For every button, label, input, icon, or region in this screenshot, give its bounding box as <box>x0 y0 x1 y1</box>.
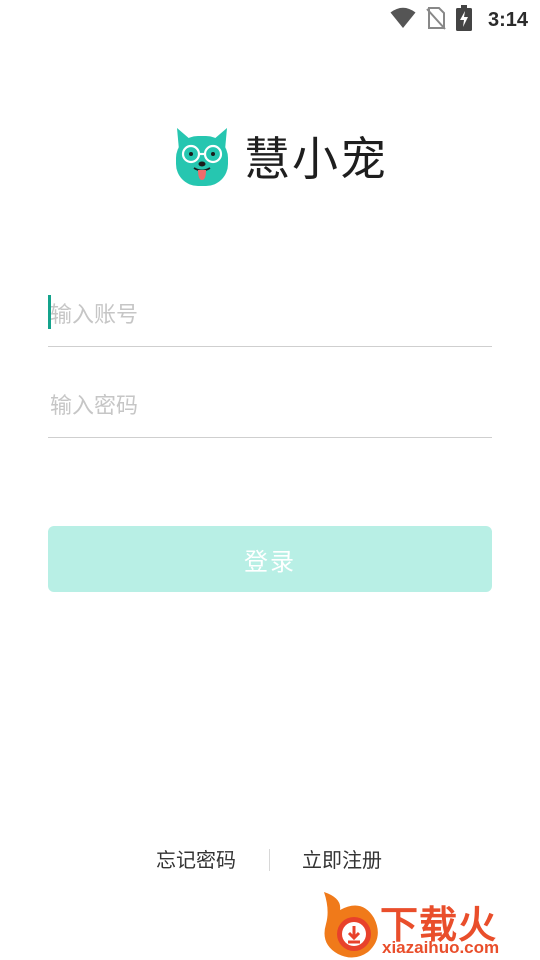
link-divider <box>269 849 270 871</box>
account-field[interactable] <box>48 286 494 347</box>
status-icons: 3:14 <box>390 5 528 35</box>
status-bar: 3:14 <box>0 0 540 36</box>
register-link[interactable]: 立即注册 <box>302 845 382 875</box>
wifi-icon <box>390 7 416 33</box>
password-input[interactable] <box>48 389 494 423</box>
status-time: 3:14 <box>487 8 528 31</box>
bottom-links: 忘记密码 立即注册 <box>0 845 540 875</box>
app-name: 慧小宠 <box>244 132 388 186</box>
login-button[interactable]: 登录 <box>48 526 492 592</box>
account-input[interactable] <box>48 298 494 332</box>
login-screen: 3:14 慧小宠 输入账号 登录 忘记密码 立即注册 下载火 xiazaihuo… <box>0 0 540 960</box>
watermark-domain: xiazaihuo.com <box>382 938 500 957</box>
password-field[interactable] <box>48 377 494 438</box>
dog-face-icon <box>174 126 230 192</box>
app-logo: 慧小宠 <box>174 126 388 192</box>
login-button-label: 登录 <box>244 547 296 576</box>
forgot-password-link[interactable]: 忘记密码 <box>156 845 236 875</box>
no-sim-icon <box>426 6 446 34</box>
battery-charging-icon <box>455 5 472 35</box>
watermark: 下载火 xiazaihuo.com <box>318 888 540 960</box>
